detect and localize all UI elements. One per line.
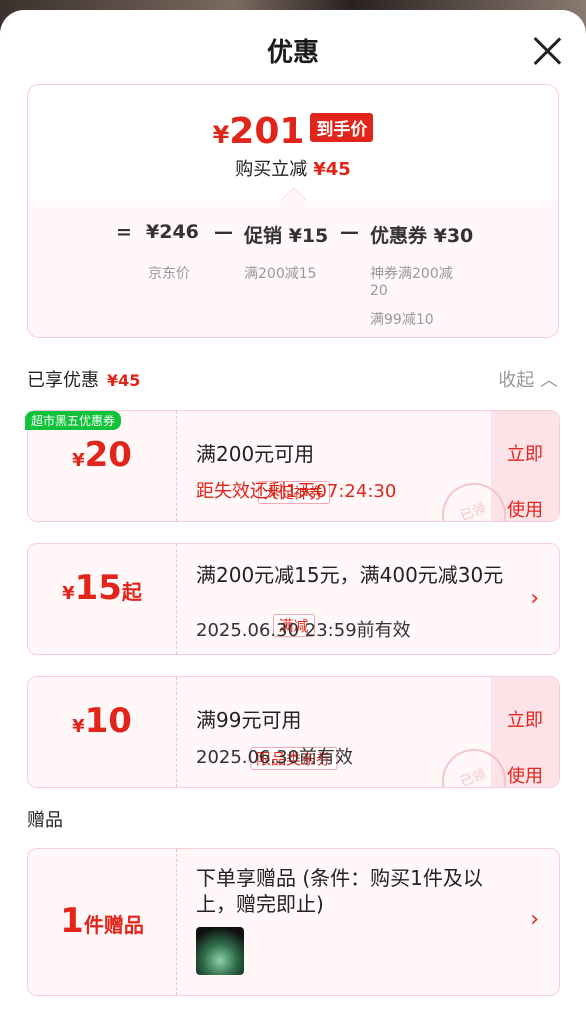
coupon-condition: 满200元可用 — [196, 442, 315, 466]
chevron-right-icon: › — [530, 586, 539, 611]
reduce-text: 购买立减 ¥45 — [235, 159, 351, 180]
coupon-card[interactable]: ¥10 限品类东券 满99元可用 2025.06.30前有效 立即 使用 已领 — [27, 676, 560, 788]
coupon-expiry: 2025.06.30 23:59前有效 — [196, 620, 411, 641]
coupon-condition: 满200元减15元，满400元减30元 — [196, 563, 504, 587]
promo-detail: 满200减15 — [244, 266, 317, 282]
final-price: ¥201 到手价 — [28, 111, 558, 152]
coupon-detail-2: 满99减10 — [370, 312, 434, 328]
enjoyed-section: 已享优惠 ¥45 — [27, 370, 141, 391]
minus-sign: — — [214, 221, 233, 243]
final-price-tag: 到手价 — [310, 113, 374, 142]
minus-sign: — — [340, 221, 359, 243]
gift-thumbnail[interactable] — [196, 927, 244, 975]
chevron-up-icon: ︿ — [540, 370, 558, 391]
base-price: ¥246 — [146, 221, 199, 243]
coupon-expiry: 距失效还剩1天07:24:30 — [196, 481, 397, 502]
chevron-right-icon: › — [530, 907, 539, 932]
gift-section-title: 赠品 — [27, 810, 63, 831]
coupon-expiry: 2025.06.30前有效 — [196, 747, 354, 768]
gift-card[interactable]: 1件赠品 下单享赠品 (条件：购买1件及以上，赠完即止) › — [27, 848, 560, 996]
coupon-badge: 超市黑五优惠券 — [25, 411, 122, 430]
coupon-detail: 神券满200减 — [370, 266, 453, 282]
base-price-label: 京东价 — [148, 266, 190, 282]
coupon-detail-cont: 20 — [370, 283, 388, 299]
coupon-card[interactable]: ¥15起 满减 满200元减15元，满400元减30元 2025.06.30 2… — [27, 543, 560, 655]
coupon-amount: 优惠券 ¥30 — [370, 225, 474, 247]
sheet-title: 优惠 — [266, 38, 319, 68]
close-icon[interactable] — [532, 36, 562, 66]
promo-amount: 促销 ¥15 — [244, 225, 329, 247]
price-summary: ¥201 到手价 购买立减 ¥45 = ¥246 京东价 — 促销 ¥15 满200… — [27, 84, 559, 338]
equals-sign: = — [116, 221, 132, 243]
collapse-button[interactable]: 收起 ︿ — [498, 366, 558, 392]
coupon-condition: 满99元可用 — [196, 708, 302, 732]
gift-text: 下单享赠品 (条件：购买1件及以上，赠完即止) — [196, 866, 483, 916]
